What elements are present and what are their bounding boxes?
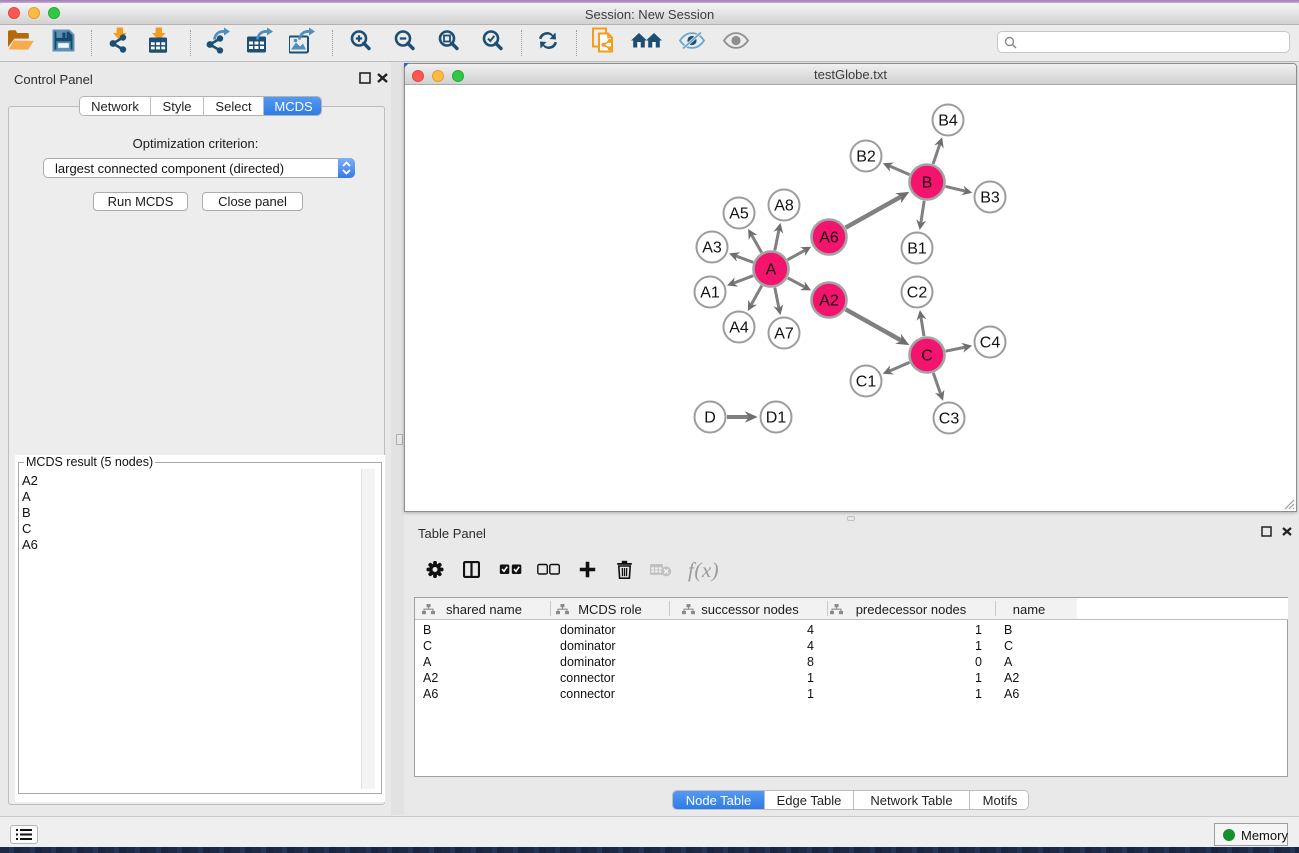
svg-text:B1: B1 [907,241,927,258]
svg-text:C3: C3 [939,411,960,428]
svg-text:A1: A1 [700,285,720,302]
svg-text:B: B [922,175,933,192]
svg-text:C1: C1 [856,374,877,391]
svg-text:B4: B4 [938,113,958,130]
svg-text:A7: A7 [774,326,794,343]
svg-text:A8: A8 [774,198,794,215]
svg-text:A6: A6 [819,230,839,247]
svg-text:C2: C2 [907,285,928,302]
svg-text:C4: C4 [980,335,1001,352]
svg-text:B2: B2 [856,149,876,166]
svg-text:D: D [704,410,716,427]
svg-text:A2: A2 [819,293,839,310]
svg-text:D1: D1 [766,410,787,427]
svg-text:A4: A4 [729,320,749,337]
svg-text:A3: A3 [702,240,722,257]
svg-text:A5: A5 [729,206,749,223]
svg-text:B3: B3 [980,190,1000,207]
svg-text:C: C [921,348,933,365]
svg-text:A: A [766,262,777,279]
